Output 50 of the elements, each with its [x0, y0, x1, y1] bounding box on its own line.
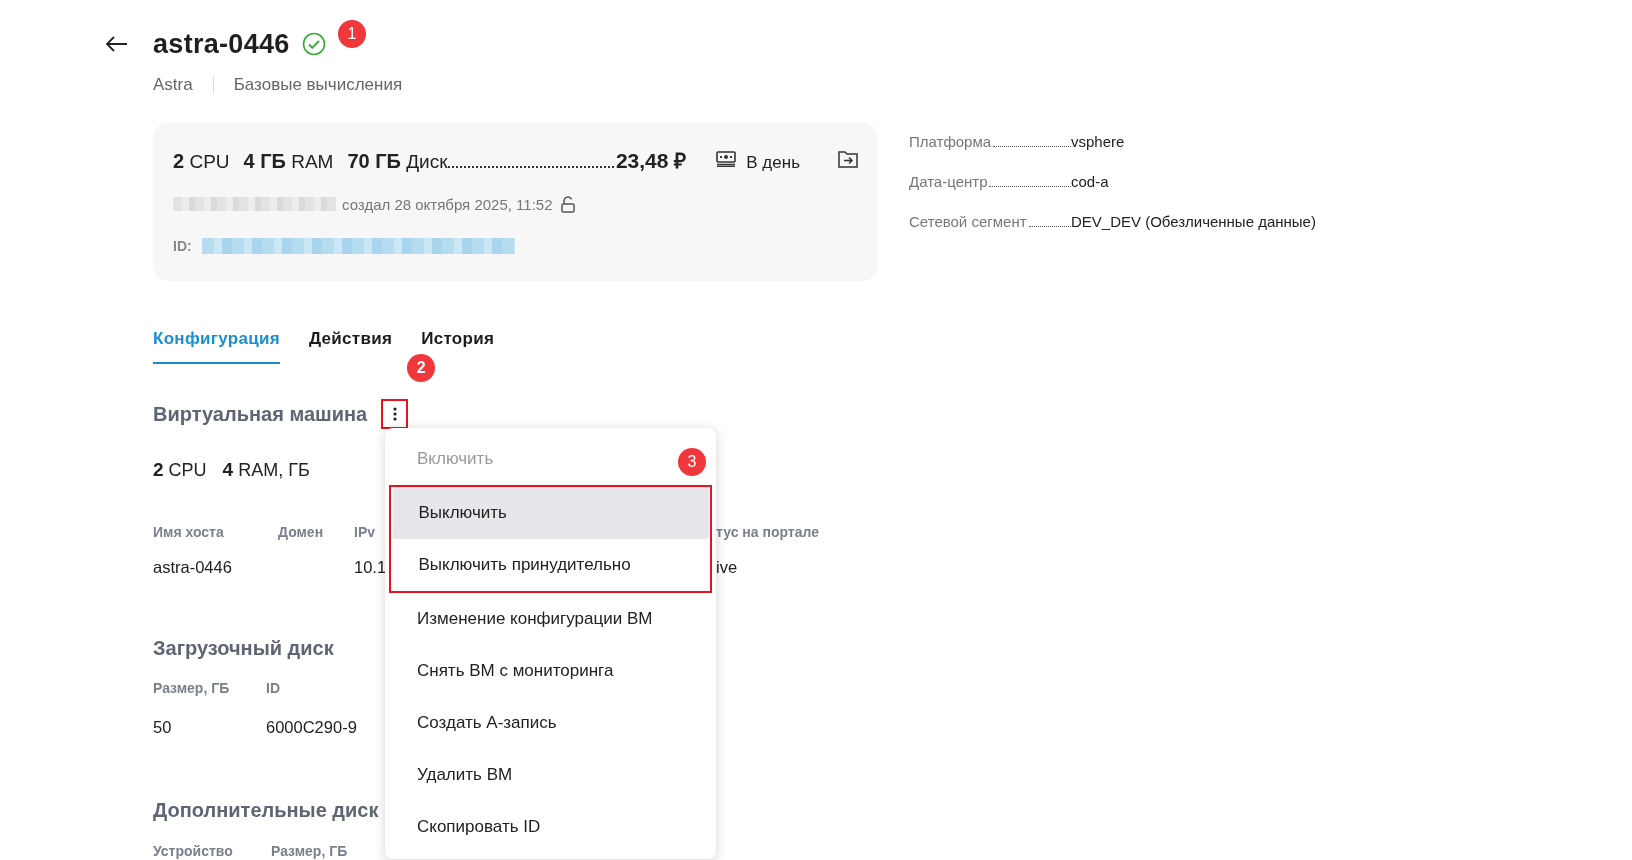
spec-value: 4 RAM, ГБ — [222, 458, 310, 482]
column-header: IPv — [354, 523, 375, 542]
breadcrumb[interactable]: Базовые вычисления — [233, 74, 403, 96]
section-title: Загрузочный диск — [153, 636, 335, 660]
page-title: astra-0446 — [153, 28, 290, 60]
column-header: ID — [266, 679, 280, 698]
spec-value: 2 CPU — [153, 458, 207, 482]
property-value: DEV_DEV (Обезличенные данные) — [1071, 213, 1316, 230]
column-header: Имя хоста — [153, 523, 224, 542]
tab[interactable]: Действия — [308, 327, 393, 364]
back-arrow-icon[interactable] — [106, 36, 128, 52]
billing-period[interactable]: В день — [746, 153, 800, 173]
column-header: Домен — [278, 523, 324, 542]
table-cell-text: ive — [716, 557, 738, 578]
breadcrumb[interactable]: Astra — [153, 74, 193, 96]
created-info: создал 28 октября 2025, 11:52 — [342, 195, 553, 213]
table-cell-text: 10.1 — [354, 557, 387, 578]
spec-value: 4 ГБ RAM — [243, 150, 334, 173]
unlock-icon[interactable] — [560, 195, 575, 213]
menu-item[interactable]: Создать А-запись — [391, 697, 583, 749]
property-label: Дата-центр — [909, 173, 988, 190]
annotation-badge: 1 — [338, 20, 366, 48]
banknote-icon — [716, 151, 737, 167]
annotation-badge: 2 — [407, 354, 436, 382]
property-label: Платформа — [909, 133, 992, 150]
menu-item[interactable]: Удалить ВМ — [391, 749, 539, 801]
menu-item[interactable]: Изменение конфигурации ВМ — [391, 593, 679, 645]
table-cell-text: 6000C290-9 — [266, 717, 357, 738]
property-value: cod-a — [1071, 173, 1109, 190]
menu-item[interactable]: Выключить принудительно — [392, 539, 657, 591]
spec-value: 70 ГБ Диск — [347, 150, 448, 173]
menu-item[interactable]: Снять ВМ с мониторинга — [391, 645, 640, 697]
column-header: Размер, ГБ — [153, 679, 230, 698]
menu-item[interactable]: Выключить — [392, 487, 709, 539]
section-title: Виртуальная машина — [153, 402, 368, 426]
property-label: Сетевой сегмент — [909, 213, 1027, 230]
kebab-icon — [392, 407, 397, 421]
id-label: ID: — [173, 238, 192, 254]
column-header: Размер, ГБ — [271, 842, 348, 860]
menu-item[interactable]: Скопировать ID — [391, 801, 567, 853]
column-header: тус на портале — [716, 523, 819, 542]
table-cell-text: astra-0446 — [153, 557, 232, 578]
property-value: vsphere — [1071, 133, 1125, 150]
table-cell-text: 50 — [153, 717, 172, 738]
column-header: Устройство — [153, 842, 233, 860]
price: 23,48 ₽ — [615, 148, 687, 174]
spec-value: 2 CPU — [173, 150, 230, 173]
folder-arrow-icon[interactable] — [838, 150, 858, 168]
section-title: Дополнительные диск — [153, 798, 380, 822]
tab[interactable]: Конфигурация — [153, 327, 280, 364]
